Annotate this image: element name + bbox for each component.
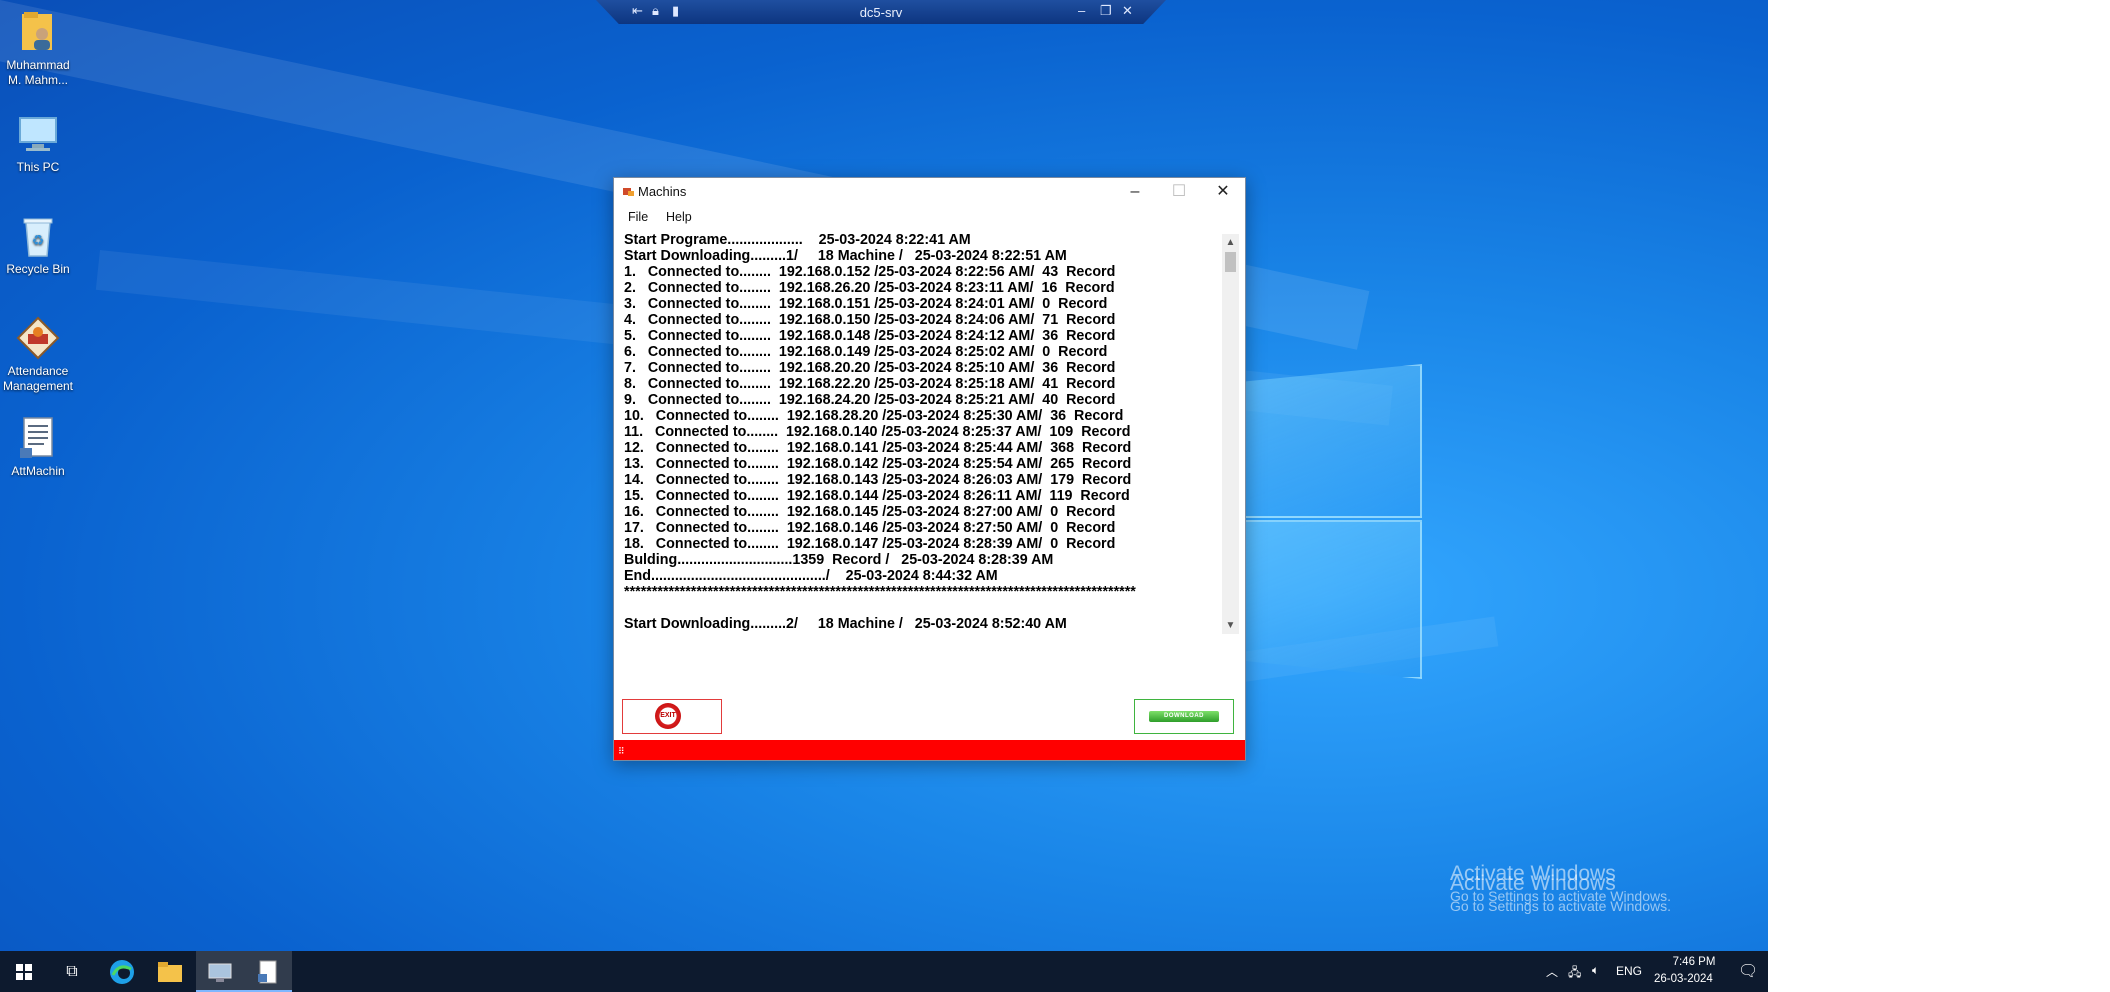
download-panel: DOWNLOAD [1134,699,1234,734]
windows-logo-wallpaper [1235,350,1422,680]
network-app-icon[interactable] [196,951,244,992]
machins-window: Machins – ☐ ✕ File Help Start Programe..… [613,177,1246,761]
log-line: 11. Connected to........ 192.168.0.140 /… [624,424,1131,440]
svg-text:♻: ♻ [32,233,45,249]
log-line: Bulding.............................1359… [624,552,1054,568]
log-line: ****************************************… [624,584,1136,600]
window-title: Machins [638,184,687,199]
minimize-button[interactable]: – [1113,178,1157,206]
clock-time[interactable]: 7:46 PM [1664,956,1724,968]
log-line: 17. Connected to........ 192.168.0.146 /… [624,520,1116,536]
desktop-icon-attendance-management[interactable]: Attendance Management [0,314,76,394]
log-line: 16. Connected to........ 192.168.0.145 /… [624,504,1116,520]
log-line: 14. Connected to........ 192.168.0.143 /… [624,472,1132,488]
task-view-icon[interactable]: ⧉ [48,951,96,992]
log-line: Start Programe................... 25-03-… [624,232,971,248]
chevron-up-icon[interactable]: ︿ [1546,963,1558,980]
download-button[interactable]: DOWNLOAD [1149,711,1219,722]
remote-desktop: Muhammad M. Mahm... This PC ♻ Recycle Bi… [0,0,1768,992]
log-line: Start Downloading.........2/ 18 Machine … [624,616,1067,632]
log-line: 13. Connected to........ 192.168.0.142 /… [624,456,1132,472]
scroll-down-icon[interactable]: ▼ [1222,617,1239,634]
log-textbox[interactable]: Start Programe................... 25-03-… [624,232,1224,632]
log-line: 4. Connected to........ 192.168.0.150 /2… [624,312,1116,328]
close-icon[interactable]: ✕ [1122,3,1133,19]
desktop-icon-this-pc[interactable]: This PC [0,110,76,175]
scroll-up-icon[interactable]: ▲ [1222,234,1239,251]
desktop-icon-label: Recycle Bin [6,262,70,276]
log-line: 10. Connected to........ 192.168.28.20 /… [624,408,1124,424]
log-line: 3. Connected to........ 192.168.0.151 /2… [624,296,1108,312]
log-line: Start Downloading.........1/ 18 Machine … [624,248,1067,264]
vertical-scrollbar[interactable]: ▲ ▼ [1222,234,1239,634]
computer-icon [14,110,62,158]
resize-grip-icon[interactable]: ⠿ [618,746,625,757]
user-folder-icon [14,8,62,56]
attmachin-app-icon[interactable] [244,951,292,992]
volume-muted-icon[interactable]: 🔈︎ [1592,963,1599,978]
document-icon [14,414,62,462]
log-line: 7. Connected to........ 192.168.20.20 /2… [624,360,1116,376]
minimize-icon[interactable]: – [1078,3,1085,18]
log-line: 1. Connected to........ 192.168.0.152 /2… [624,264,1116,280]
notification-icon[interactable]: 🗨︎ [1738,961,1758,981]
status-bar: ⠿ [614,740,1245,760]
network-icon[interactable]: 🖧︎ [1568,963,1581,984]
activate-windows-subtitle-ghost: Go to Settings to activate Windows. [1450,898,1671,914]
log-line: 15. Connected to........ 192.168.0.144 /… [624,488,1130,504]
scroll-thumb[interactable] [1225,252,1236,272]
desktop-icon-label: This PC [16,160,60,174]
menu-help[interactable]: Help [666,210,692,224]
system-tray: ︿ 🖧︎ 🔈︎ ENG 7:46 PM 26-03-2024 🗨︎ [1538,951,1768,992]
log-line: 2. Connected to........ 192.168.26.20 /2… [624,280,1115,296]
log-line: 8. Connected to........ 192.168.22.20 /2… [624,376,1116,392]
log-line: 18. Connected to........ 192.168.0.147 /… [624,536,1116,552]
log-line: 9. Connected to........ 192.168.24.20 /2… [624,392,1116,408]
menu-file[interactable]: File [628,210,648,224]
taskbar: ⧉ ︿ 🖧︎ 🔈︎ ENG 7:46 PM 26-03-2024 🗨︎ [0,951,1768,992]
window-titlebar[interactable]: Machins – ☐ ✕ [614,178,1245,206]
clock-date[interactable]: 26-03-2024 [1654,973,1713,985]
attendance-app-icon [14,314,62,362]
rdp-connection-bar[interactable]: ⇤ 🔒︎ ▮ dc5-srv – ❐ ✕ [596,0,1166,24]
desktop-icon-attmachin[interactable]: AttMachin [0,414,76,479]
restore-icon[interactable]: ❐ [1100,3,1112,19]
log-line: 5. Connected to........ 192.168.0.148 /2… [624,328,1116,344]
exit-button[interactable]: EXIT [655,703,681,729]
recycle-bin-icon: ♻ [14,212,62,260]
desktop-icon-user-folder[interactable]: Muhammad M. Mahm... [0,8,76,88]
maximize-button[interactable]: ☐ [1157,178,1201,206]
exit-panel: EXIT [622,699,722,734]
menu-bar: File Help [614,206,1245,228]
language-indicator[interactable]: ENG [1616,964,1642,978]
desktop-icon-recycle-bin[interactable]: ♻ Recycle Bin [0,212,76,277]
start-icon[interactable] [0,951,48,992]
desktop-icon-label: AttMachin [11,464,65,478]
desktop-icon-label: Attendance Management [2,364,74,393]
desktop-icon-label: Muhammad M. Mahm... [6,58,70,87]
app-icon [623,188,634,196]
close-button[interactable]: ✕ [1201,178,1245,206]
file-explorer-icon[interactable] [146,951,194,992]
log-line: 6. Connected to........ 192.168.0.149 /2… [624,344,1108,360]
log-line: 12. Connected to........ 192.168.0.141 /… [624,440,1132,456]
log-line: End.....................................… [624,568,998,584]
edge-icon[interactable] [98,951,146,992]
